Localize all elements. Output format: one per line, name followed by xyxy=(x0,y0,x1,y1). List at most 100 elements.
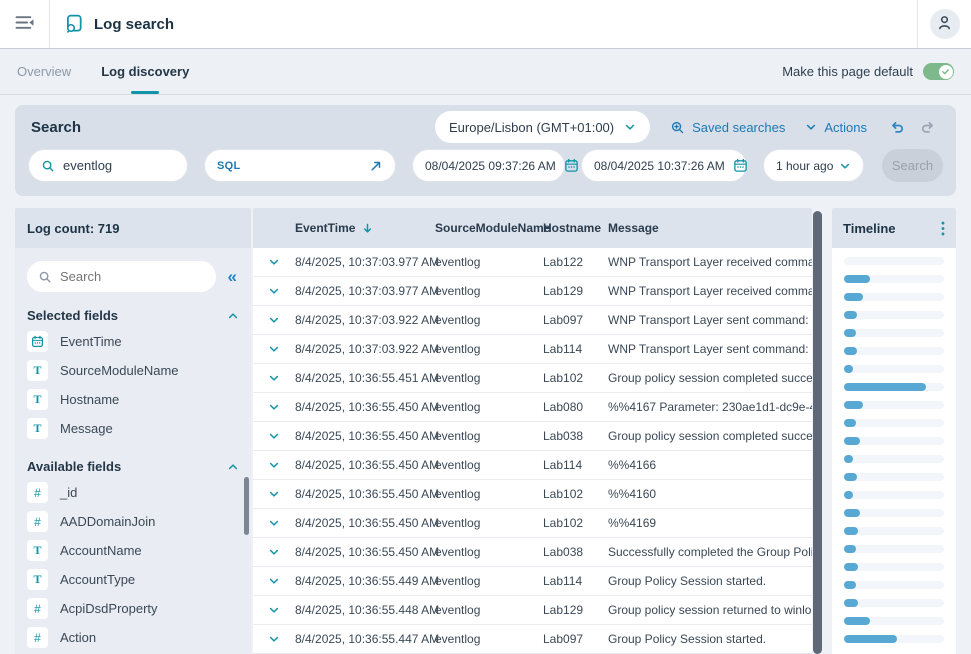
tab-log-discovery[interactable]: Log discovery xyxy=(101,49,189,94)
cell-hostname: Lab129 xyxy=(543,603,608,617)
log-search-app-icon xyxy=(64,14,84,34)
time-range-dropdown[interactable]: 1 hour ago xyxy=(763,149,864,182)
sidebar-scrollbar-thumb[interactable] xyxy=(244,477,249,535)
cell-message: Group policy session returned to winlogo… xyxy=(608,603,812,617)
collapse-sidebar-button[interactable] xyxy=(0,0,50,48)
redo-button[interactable] xyxy=(920,119,936,135)
field-item[interactable]: # _id xyxy=(27,478,239,507)
cell-eventtime: 8/4/2025, 10:36:55.450 AM xyxy=(295,458,435,472)
timeline-bar xyxy=(844,635,944,643)
table-row[interactable]: 8/4/2025, 10:37:03.977 AM eventlog Lab12… xyxy=(253,248,812,277)
table-row[interactable]: 8/4/2025, 10:36:55.450 AM eventlog Lab10… xyxy=(253,480,812,509)
kebab-menu-icon[interactable] xyxy=(941,221,945,236)
expand-row-icon[interactable] xyxy=(253,401,295,413)
timeline-bar xyxy=(844,563,944,571)
field-item[interactable]: EventTime xyxy=(27,327,239,356)
expand-row-icon[interactable] xyxy=(253,372,295,384)
table-row[interactable]: 8/4/2025, 10:36:55.450 AM eventlog Lab03… xyxy=(253,538,812,567)
table-row[interactable]: 8/4/2025, 10:37:03.977 AM eventlog Lab12… xyxy=(253,277,812,306)
table-row[interactable]: 8/4/2025, 10:36:55.450 AM eventlog Lab10… xyxy=(253,509,812,538)
field-item[interactable]: T AccountName xyxy=(27,536,239,565)
expand-arrow-icon[interactable] xyxy=(369,159,383,173)
expand-row-icon[interactable] xyxy=(253,459,295,471)
table-row[interactable]: 8/4/2025, 10:37:03.922 AM eventlog Lab11… xyxy=(253,335,812,364)
actions-dropdown[interactable]: Actions xyxy=(805,120,867,135)
expand-row-icon[interactable] xyxy=(253,256,295,268)
timeline-bar-fill xyxy=(844,545,856,553)
fields-search-input[interactable] xyxy=(60,269,205,284)
field-item[interactable]: # AcpiDsdProperty xyxy=(27,594,239,623)
cell-sourcemodulename: eventlog xyxy=(435,429,543,443)
calendar-icon xyxy=(733,158,748,173)
sort-desc-icon[interactable] xyxy=(361,222,374,235)
timezone-dropdown[interactable]: Europe/Lisbon (GMT+01:00) xyxy=(435,111,650,143)
field-item[interactable]: T Hostname xyxy=(27,385,239,414)
table-row[interactable]: 8/4/2025, 10:36:55.447 AM eventlog Lab09… xyxy=(253,625,812,654)
field-item[interactable]: T AccountType xyxy=(27,565,239,594)
field-type-icon: T xyxy=(27,389,48,410)
expand-row-icon[interactable] xyxy=(253,633,295,645)
search-button[interactable]: Search xyxy=(882,149,943,182)
table-row[interactable]: 8/4/2025, 10:36:55.449 AM eventlog Lab11… xyxy=(253,567,812,596)
expand-row-icon[interactable] xyxy=(253,575,295,587)
cell-hostname: Lab097 xyxy=(543,313,608,327)
timeline-bar-fill xyxy=(844,599,858,607)
table-row[interactable]: 8/4/2025, 10:36:55.451 AM eventlog Lab10… xyxy=(253,364,812,393)
end-time-picker[interactable]: 08/04/2025 10:37:26 AM xyxy=(581,149,747,182)
cell-eventtime: 8/4/2025, 10:37:03.922 AM xyxy=(295,342,435,356)
timeline-bar-fill xyxy=(844,419,856,427)
timeline-bar-fill xyxy=(844,365,853,373)
table-scrollbar-thumb[interactable] xyxy=(813,211,822,654)
cell-sourcemodulename: eventlog xyxy=(435,284,543,298)
expand-row-icon[interactable] xyxy=(253,546,295,558)
cell-message: Successfully completed the Group Policy … xyxy=(608,545,812,559)
cell-sourcemodulename: eventlog xyxy=(435,255,543,269)
timeline-bar xyxy=(844,455,944,463)
column-header-hostname[interactable]: Hostname xyxy=(543,221,608,235)
cell-message: %%4166 xyxy=(608,458,812,472)
expand-row-icon[interactable] xyxy=(253,517,295,529)
top-bar: Log search xyxy=(0,0,971,49)
available-fields-header[interactable]: Available fields xyxy=(27,459,239,474)
field-type-icon: # xyxy=(27,511,48,532)
table-row[interactable]: 8/4/2025, 10:36:55.450 AM eventlog Lab11… xyxy=(253,451,812,480)
timeline-bar-fill xyxy=(844,563,858,571)
chevron-down-icon xyxy=(839,160,851,172)
collapse-panel-icon[interactable]: « xyxy=(226,268,239,285)
make-default-toggle[interactable] xyxy=(923,63,954,80)
start-time-picker[interactable]: 08/04/2025 09:37:26 AM xyxy=(412,149,565,182)
field-item[interactable]: # Action xyxy=(27,623,239,652)
cell-hostname: Lab038 xyxy=(543,429,608,443)
field-item[interactable]: T SourceModuleName xyxy=(27,356,239,385)
cell-sourcemodulename: eventlog xyxy=(435,632,543,646)
field-item[interactable]: # AADDomainJoin xyxy=(27,507,239,536)
table-row[interactable]: 8/4/2025, 10:37:03.922 AM eventlog Lab09… xyxy=(253,306,812,335)
expand-row-icon[interactable] xyxy=(253,314,295,326)
column-header-sourcemodulename[interactable]: SourceModuleName xyxy=(435,221,543,235)
timeline-title: Timeline xyxy=(843,221,896,236)
tab-overview[interactable]: Overview xyxy=(17,49,71,94)
saved-searches-button[interactable]: Saved searches xyxy=(670,120,785,135)
table-row[interactable]: 8/4/2025, 10:36:55.448 AM eventlog Lab12… xyxy=(253,596,812,625)
chevron-down-icon xyxy=(624,121,636,133)
selected-fields-header[interactable]: Selected fields xyxy=(27,308,239,323)
table-row[interactable]: 8/4/2025, 10:36:55.450 AM eventlog Lab03… xyxy=(253,422,812,451)
expand-row-icon[interactable] xyxy=(253,430,295,442)
column-header-eventtime[interactable]: EventTime xyxy=(295,221,435,235)
table-row[interactable]: 8/4/2025, 10:36:55.450 AM eventlog Lab08… xyxy=(253,393,812,422)
expand-row-icon[interactable] xyxy=(253,343,295,355)
field-type-icon: # xyxy=(27,598,48,619)
undo-button[interactable] xyxy=(889,119,905,135)
cell-hostname: Lab038 xyxy=(543,545,608,559)
field-item[interactable]: T Message xyxy=(27,414,239,443)
cell-hostname: Lab129 xyxy=(543,284,608,298)
column-header-message[interactable]: Message xyxy=(608,221,812,235)
expand-row-icon[interactable] xyxy=(253,488,295,500)
query-input[interactable] xyxy=(63,158,175,173)
collapse-menu-icon xyxy=(14,14,36,34)
content: Search Europe/Lisbon (GMT+01:00) Saved s… xyxy=(0,95,971,654)
expand-row-icon[interactable] xyxy=(253,604,295,616)
expand-row-icon[interactable] xyxy=(253,285,295,297)
sql-query-field[interactable]: SQL xyxy=(204,149,396,182)
user-avatar[interactable] xyxy=(930,9,960,39)
